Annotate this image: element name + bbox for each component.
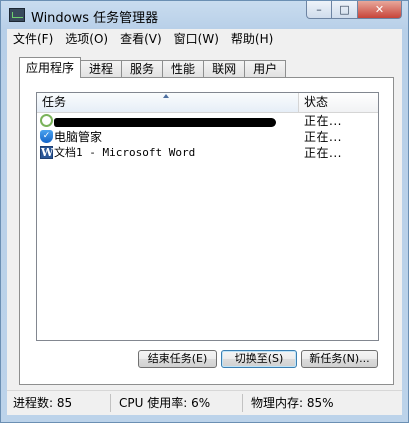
task-status: 正在... [304, 114, 342, 128]
window-controls: – □ ✕ [306, 1, 402, 20]
status-divider [242, 394, 243, 412]
client-area: 应用程序 进程 服务 性能 联网 用户 任务 状态 正在... ✓ 电脑管家 正… [7, 50, 402, 390]
menu-file[interactable]: 文件(F) [7, 29, 59, 50]
list-header: 任务 状态 [37, 93, 378, 113]
tab-services[interactable]: 服务 [121, 60, 164, 78]
end-task-button[interactable]: 结束任务(E) [138, 350, 217, 368]
tab-strip: 应用程序 进程 服务 性能 联网 用户 [19, 57, 287, 78]
task-status: 正在... [304, 146, 342, 160]
applications-panel: 任务 状态 正在... ✓ 电脑管家 正在... W 文档1 - Microso… [19, 77, 394, 385]
menu-window[interactable]: 窗口(W) [168, 29, 225, 50]
column-header-task[interactable]: 任务 [37, 93, 299, 113]
tab-users[interactable]: 用户 [244, 60, 287, 78]
redacted-task-name [54, 118, 276, 127]
physical-memory: 物理内存: 85% [251, 396, 334, 410]
column-header-status[interactable]: 状态 [299, 93, 378, 113]
close-button[interactable]: ✕ [358, 1, 402, 19]
tab-networking[interactable]: 联网 [203, 60, 246, 78]
window-title: Windows 任务管理器 [31, 11, 159, 26]
task-manager-window: Windows 任务管理器 – □ ✕ 文件(F) 选项(O) 查看(V) 窗口… [0, 0, 409, 423]
task-row[interactable]: W 文档1 - Microsoft Word 正在... [37, 145, 378, 161]
task-name: 文档1 - Microsoft Word [54, 146, 196, 159]
menu-bar: 文件(F) 选项(O) 查看(V) 窗口(W) 帮助(H) [7, 29, 402, 50]
word-icon: W [40, 146, 54, 159]
task-manager-icon [9, 8, 25, 22]
menu-help[interactable]: 帮助(H) [225, 29, 279, 50]
cpu-usage: CPU 使用率: 6% [119, 396, 211, 410]
title-bar[interactable]: Windows 任务管理器 – □ ✕ [1, 1, 408, 29]
column-header-task-label: 任务 [42, 95, 67, 109]
tab-processes[interactable]: 进程 [80, 60, 123, 78]
sort-ascending-icon [163, 94, 169, 98]
menu-view[interactable]: 查看(V) [114, 29, 168, 50]
task-name: 电脑管家 [54, 130, 103, 144]
shield-icon: ✓ [40, 130, 53, 143]
switch-to-button[interactable]: 切换至(S) [221, 350, 297, 368]
menu-options[interactable]: 选项(O) [59, 29, 114, 50]
maximize-button[interactable]: □ [332, 1, 358, 19]
task-status: 正在... [304, 130, 342, 144]
tab-performance[interactable]: 性能 [162, 60, 205, 78]
status-bar: 进程数: 85 CPU 使用率: 6% 物理内存: 85% [7, 390, 402, 415]
process-count: 进程数: 85 [13, 396, 73, 410]
column-header-status-label: 状态 [304, 95, 329, 109]
new-task-button[interactable]: 新任务(N)... [301, 350, 378, 368]
status-divider [110, 394, 111, 412]
task-list[interactable]: 任务 状态 正在... ✓ 电脑管家 正在... W 文档1 - Microso… [36, 92, 379, 341]
minimize-button[interactable]: – [306, 1, 332, 19]
tab-applications[interactable]: 应用程序 [19, 57, 82, 78]
task-row[interactable]: 正在... [37, 113, 378, 129]
round-app-icon [40, 114, 53, 127]
task-row[interactable]: ✓ 电脑管家 正在... [37, 129, 378, 145]
